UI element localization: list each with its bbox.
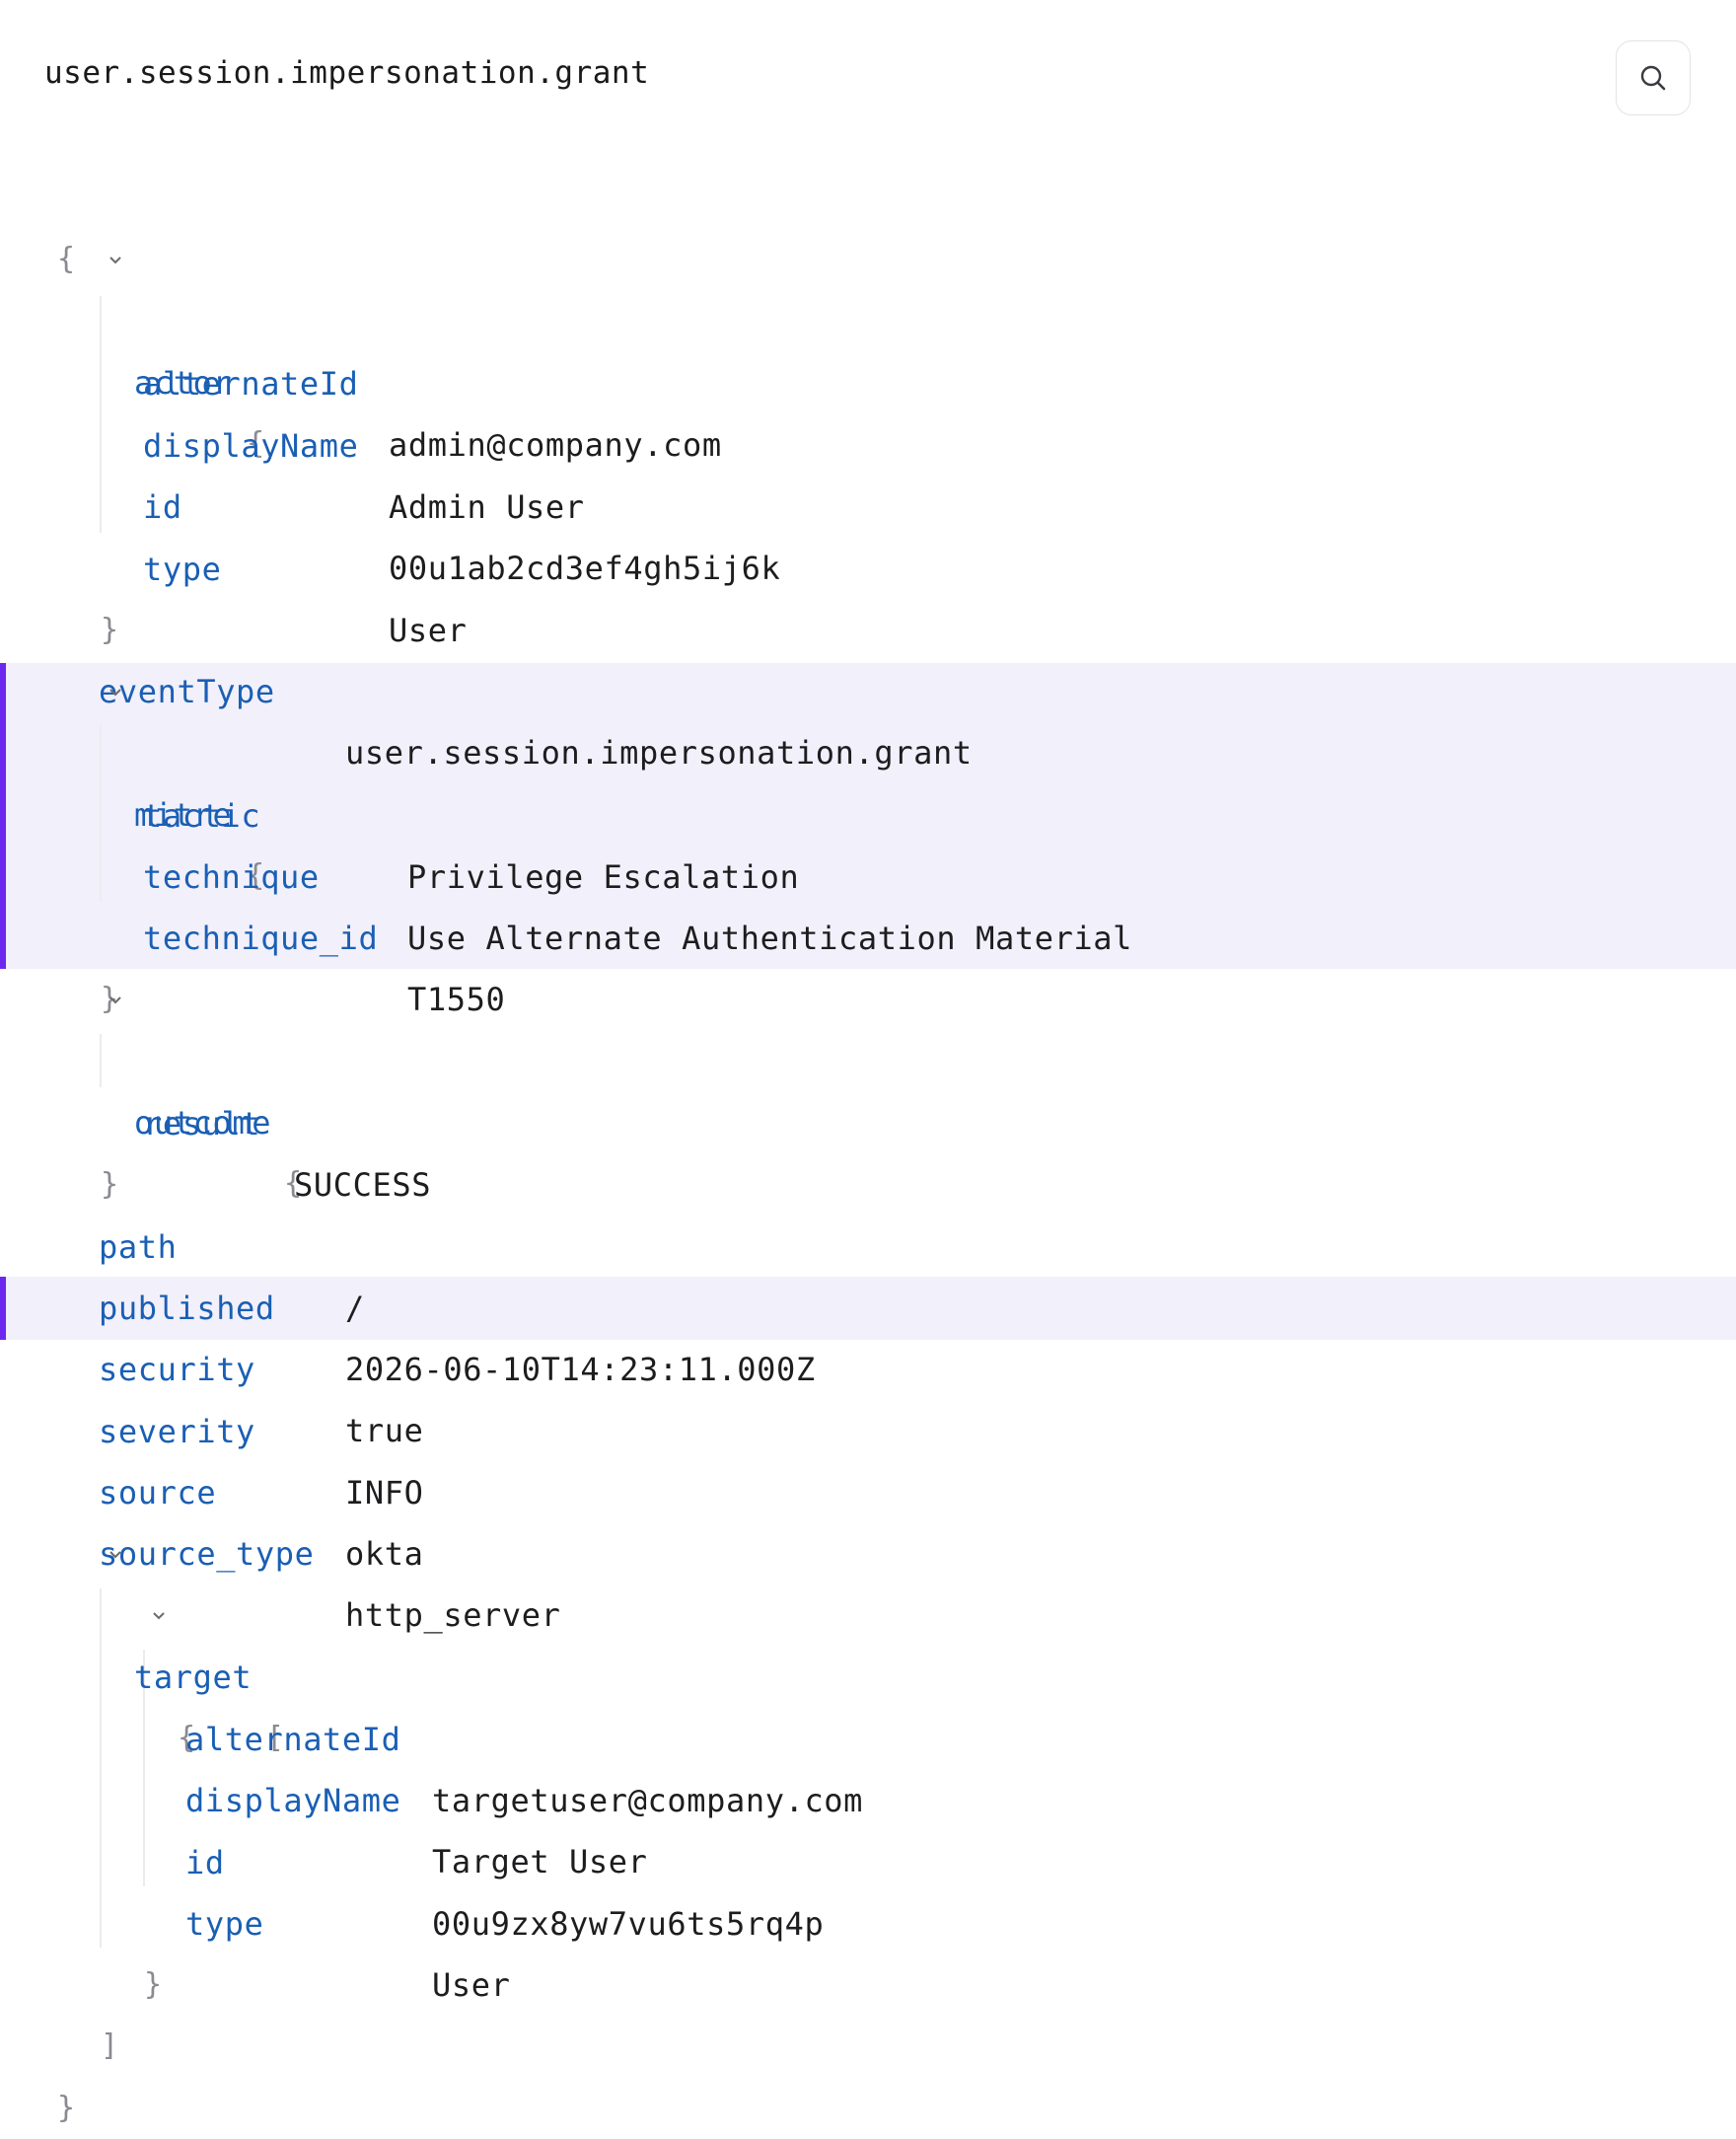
field-row: source okta — [99, 1474, 424, 1573]
target-item-row[interactable]: { — [0, 1586, 1736, 1755]
field-row: result SUCCESS — [143, 1105, 432, 1204]
root-close: } — [57, 2091, 76, 2125]
field-row: type User — [185, 1905, 511, 2004]
target-row[interactable]: target [ — [0, 1524, 1736, 1755]
header: user.session.impersonation.grant — [0, 0, 1736, 148]
field-row: technique Use Alternate Authentication M… — [143, 858, 1133, 957]
field-row: tactic Privilege Escalation — [143, 797, 800, 896]
chevron-down-icon[interactable] — [150, 1607, 168, 1625]
actor-row[interactable]: actor { — [0, 230, 1736, 461]
chevron-down-icon[interactable] — [107, 992, 124, 1009]
target-close: ] — [101, 2028, 119, 2063]
root-open: { — [57, 242, 76, 276]
field-row: path / — [99, 1228, 365, 1327]
field-row: displayName Admin User — [143, 427, 585, 526]
mitre-close: } — [101, 982, 119, 1016]
field-row: published 2026-06-10T14:23:11.000Z — [99, 1290, 816, 1388]
search-icon — [1640, 65, 1666, 91]
field-row: eventType user.session.impersonation.gra… — [99, 673, 973, 772]
chevron-down-icon[interactable] — [107, 252, 124, 269]
field-row: severity INFO — [99, 1413, 424, 1512]
outcome-row[interactable]: outcome { — [0, 970, 1736, 1201]
field-row: alternateId targetuser@company.com — [185, 1721, 864, 1819]
event-title: user.session.impersonation.grant — [44, 55, 650, 91]
search-button[interactable] — [1616, 40, 1691, 115]
mitre-row[interactable]: mitre { — [0, 662, 1736, 893]
field-row: displayName Target User — [185, 1782, 648, 1881]
field-row: type User — [143, 551, 468, 649]
actor-close: } — [101, 613, 119, 647]
field-row: id 00u9zx8yw7vu6ts5rq4p — [185, 1844, 825, 1943]
field-row: technique_id T1550 — [143, 920, 506, 1018]
field-row: source_type http_server — [99, 1535, 561, 1634]
chevron-down-icon[interactable] — [107, 1546, 124, 1564]
target-item-close: } — [144, 1967, 163, 2002]
field-row: security true — [99, 1351, 424, 1449]
field-row: id 00u1ab2cd3ef4gh5ij6k — [143, 488, 781, 587]
field-row: alternateId admin@company.com — [143, 365, 722, 464]
chevron-down-icon[interactable] — [107, 684, 124, 701]
outcome-close: } — [101, 1167, 119, 1202]
